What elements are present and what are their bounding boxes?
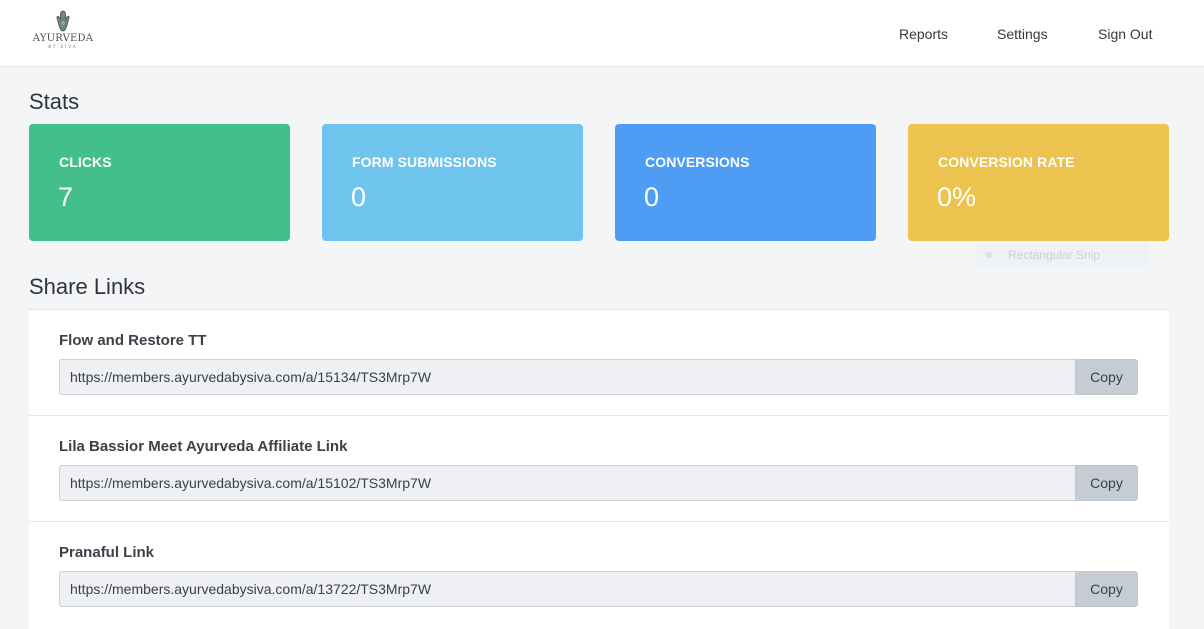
- share-link-title: Flow and Restore TT: [59, 332, 207, 349]
- stat-label: CONVERSIONS: [645, 154, 750, 170]
- stats-heading: Stats: [29, 89, 80, 114]
- brand-logo[interactable]: AYURVEDA BY SIVA: [32, 10, 94, 58]
- share-link-item: Pranaful Link Copy: [29, 521, 1169, 627]
- nav-sign-out-link[interactable]: Sign Out: [1098, 26, 1152, 42]
- share-links-list: Flow and Restore TT Copy Lila Bassior Me…: [29, 309, 1169, 629]
- nav-reports-link[interactable]: Reports: [899, 26, 948, 42]
- stat-value: 0: [351, 182, 367, 212]
- stat-value: 0: [644, 182, 660, 212]
- hamsa-hand-icon: [56, 10, 70, 32]
- top-navbar: AYURVEDA BY SIVA Reports Settings Sign O…: [0, 0, 1204, 67]
- stat-label: FORM SUBMISSIONS: [352, 154, 497, 170]
- brand-name: AYURVEDA: [32, 33, 94, 44]
- copy-link-button[interactable]: Copy: [1075, 359, 1138, 395]
- copy-link-button[interactable]: Copy: [1075, 465, 1138, 501]
- stat-card-form-submissions: FORM SUBMISSIONS 0: [322, 124, 583, 241]
- share-link-url-field[interactable]: [59, 571, 1076, 607]
- nav-settings-link[interactable]: Settings: [997, 26, 1048, 42]
- share-link-url-field[interactable]: [59, 359, 1076, 395]
- stat-label: CLICKS: [59, 154, 112, 170]
- stat-label: CONVERSION RATE: [938, 154, 1075, 170]
- stat-card-conversion-rate: CONVERSION RATE 0%: [908, 124, 1169, 241]
- stat-card-clicks: CLICKS 7: [29, 124, 290, 241]
- stat-value: 7: [58, 182, 74, 212]
- share-link-item: Lila Bassior Meet Ayurveda Affiliate Lin…: [29, 415, 1169, 521]
- share-link-title: Pranaful Link: [59, 544, 155, 561]
- share-link-url-field[interactable]: [59, 465, 1076, 501]
- stat-card-conversions: CONVERSIONS 0: [615, 124, 876, 241]
- stat-value: 0%: [937, 182, 977, 212]
- share-link-item: Flow and Restore TT Copy: [29, 309, 1169, 415]
- share-link-title: Lila Bassior Meet Ayurveda Affiliate Lin…: [59, 438, 348, 455]
- copy-link-button[interactable]: Copy: [1075, 571, 1138, 607]
- rectangular-snip-overlay: Rectangular Snip: [976, 244, 1149, 266]
- brand-subtitle: BY SIVA: [48, 44, 78, 49]
- share-links-heading: Share Links: [29, 274, 146, 299]
